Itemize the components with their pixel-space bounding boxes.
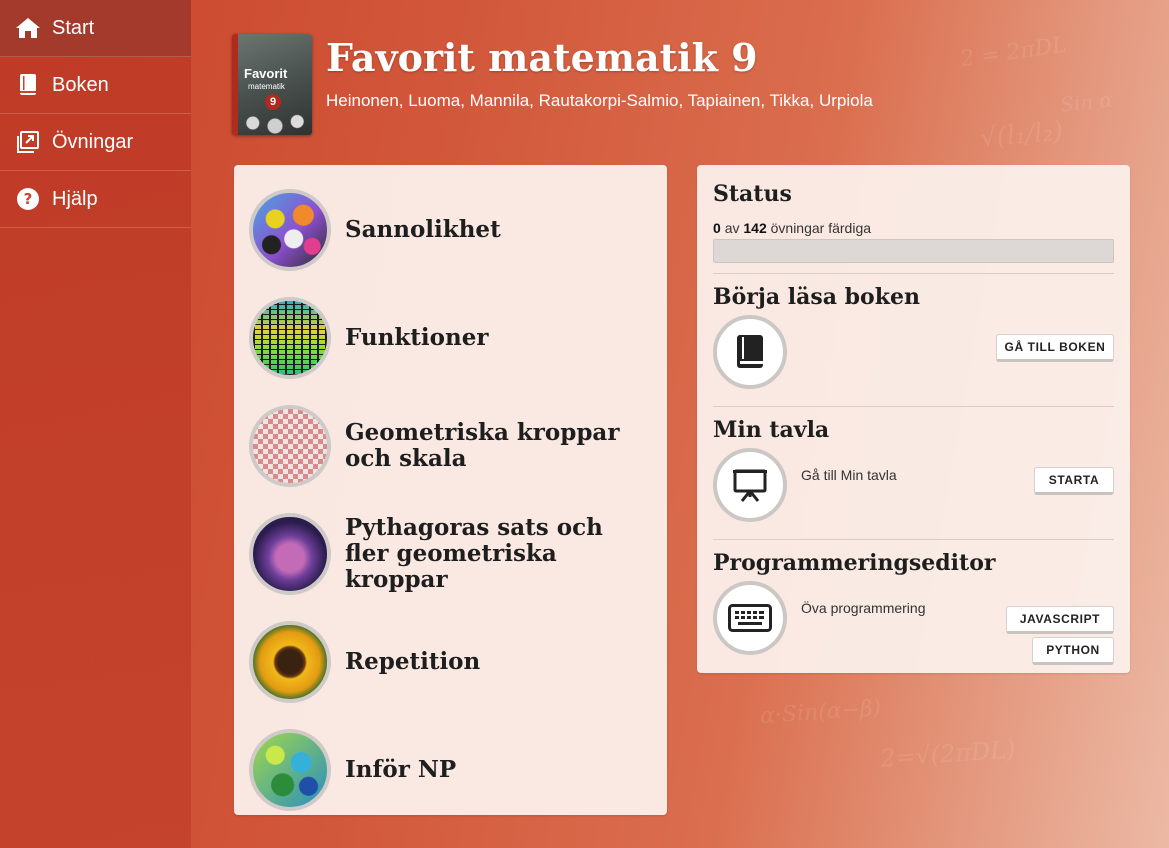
editor-title: Programmeringseditor bbox=[713, 550, 996, 576]
chapter-item-funktioner[interactable]: Funktioner bbox=[234, 284, 667, 392]
chapter-item-infor-np[interactable]: Inför NP bbox=[234, 716, 667, 824]
city-sphere-thumbnail bbox=[249, 513, 331, 595]
sidebar-item-boken[interactable]: Boken bbox=[0, 57, 191, 114]
sidebar-item-label: Övningar bbox=[52, 130, 134, 153]
svg-text:?: ? bbox=[24, 190, 33, 208]
chapter-list: Sannolikhet Funktioner Geometriska kropp… bbox=[234, 165, 667, 815]
status-panel: Status 0 av 142 övningar färdiga Börja l… bbox=[697, 165, 1130, 673]
progress-bar bbox=[713, 239, 1114, 263]
home-icon bbox=[14, 17, 42, 39]
sidebar: Start Boken Övningar ? Hjälp bbox=[0, 0, 191, 848]
go-to-book-button[interactable]: GÅ TILL BOKEN bbox=[996, 334, 1114, 362]
chapter-item-pythagoras[interactable]: Pythagoras sats och fler geometriska kro… bbox=[234, 500, 667, 608]
bowling-pins-thumbnail bbox=[249, 405, 331, 487]
board-title: Min tavla bbox=[713, 417, 830, 443]
sidebar-item-ovningar[interactable]: Övningar bbox=[0, 114, 191, 171]
editor-description: Öva programmering bbox=[801, 600, 926, 616]
presentation-icon bbox=[713, 448, 787, 522]
book-header: Favorit matematik 9 Favorit matematik 9 … bbox=[232, 34, 873, 135]
chapter-label: Inför NP bbox=[345, 756, 457, 783]
sidebar-item-start[interactable]: Start bbox=[0, 0, 191, 57]
dice-thumbnail bbox=[249, 189, 331, 271]
cover-subtitle: matematik bbox=[248, 82, 285, 91]
chapter-label: Geometriska kroppar och skala bbox=[345, 419, 620, 472]
book-cover: Favorit matematik 9 bbox=[232, 34, 312, 135]
marbles-thumbnail bbox=[249, 729, 331, 811]
cover-image bbox=[238, 105, 312, 135]
cover-title: Favorit bbox=[244, 66, 288, 81]
chapter-item-geometriska-kroppar[interactable]: Geometriska kroppar och skala bbox=[234, 392, 667, 500]
progress-total: 142 bbox=[743, 220, 767, 236]
progress-done: 0 bbox=[713, 220, 721, 236]
editor-section: Programmeringseditor Öva programmering J… bbox=[713, 550, 1114, 680]
equalizer-thumbnail bbox=[249, 297, 331, 379]
keyboard-icon bbox=[713, 581, 787, 655]
sidebar-item-label: Hjälp bbox=[52, 187, 98, 210]
start-board-button[interactable]: STARTA bbox=[1034, 467, 1114, 495]
book-icon bbox=[14, 73, 42, 97]
progress-text: 0 av 142 övningar färdiga bbox=[713, 220, 1114, 236]
board-description: Gå till Min tavla bbox=[801, 467, 897, 483]
chapter-item-repetition[interactable]: Repetition bbox=[234, 608, 667, 716]
progress-suffix: övningar färdiga bbox=[770, 220, 872, 236]
sidebar-item-hjalp[interactable]: ? Hjälp bbox=[0, 171, 191, 228]
chapter-label: Sannolikhet bbox=[345, 216, 501, 243]
chapter-label: Repetition bbox=[345, 648, 481, 675]
python-button[interactable]: PYTHON bbox=[1032, 637, 1114, 665]
divider bbox=[713, 273, 1114, 274]
divider bbox=[713, 406, 1114, 407]
exercises-icon bbox=[14, 131, 42, 153]
chapter-label: Pythagoras sats och fler geometriska kro… bbox=[345, 514, 603, 593]
board-section: Min tavla Gå till Min tavla STARTA bbox=[713, 417, 1114, 539]
sunflower-thumbnail bbox=[249, 621, 331, 703]
book-authors: Heinonen, Luoma, Mannila, Rautakorpi-Sal… bbox=[326, 91, 873, 110]
javascript-button[interactable]: JAVASCRIPT bbox=[1006, 606, 1114, 634]
progress-of: av bbox=[724, 220, 740, 236]
status-title: Status bbox=[713, 181, 792, 207]
chapter-item-sannolikhet[interactable]: Sannolikhet bbox=[234, 176, 667, 284]
help-icon: ? bbox=[14, 187, 42, 211]
divider bbox=[713, 539, 1114, 540]
sidebar-item-label: Start bbox=[52, 16, 95, 39]
book-icon bbox=[713, 315, 787, 389]
read-book-section: Börja läsa boken GÅ TILL BOKEN bbox=[713, 284, 1114, 406]
chapter-label: Funktioner bbox=[345, 324, 489, 351]
sidebar-item-label: Boken bbox=[52, 73, 109, 96]
read-book-title: Börja läsa boken bbox=[713, 284, 920, 310]
page-title: Favorit matematik 9 bbox=[326, 35, 758, 80]
